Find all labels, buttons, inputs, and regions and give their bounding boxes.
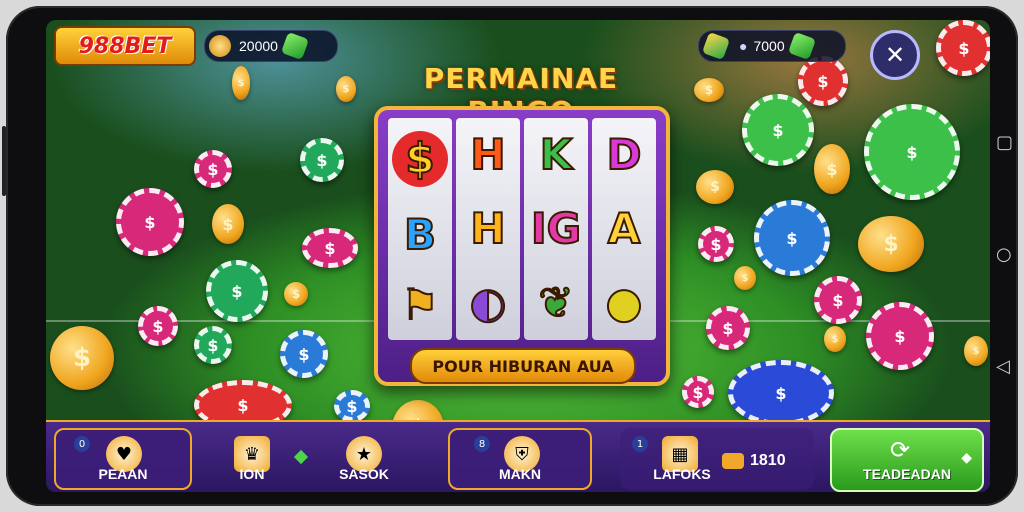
tab-badge: 8 <box>474 436 490 452</box>
poker-chip: $ <box>866 302 934 370</box>
balance-right[interactable]: ● 7000 <box>698 30 846 62</box>
poker-chip: $ <box>798 56 848 106</box>
reel-symbol: $ <box>392 131 448 187</box>
poker-chip: $ <box>206 260 268 322</box>
tab-peaan[interactable]: 0 ♥ PEAAN <box>54 428 192 490</box>
bottom-bar: 0 ♥ PEAAN ♛ ION ★ SASOK 8 ⛨ MAKN 1 ▦ LAF… <box>46 420 990 492</box>
tab-label: SASOK <box>339 466 389 482</box>
poker-chip: $ <box>706 306 750 350</box>
gem-icon <box>280 31 310 61</box>
logo-text: 988BET <box>78 33 172 59</box>
balance-left[interactable]: 20000 <box>204 30 338 62</box>
gem-icon <box>787 31 816 61</box>
game-banner[interactable]: POUR HIBURAN AUA <box>410 348 636 384</box>
tab-label: PEAAN <box>98 466 148 482</box>
gold-coin: $ <box>694 78 724 102</box>
recent-apps-icon[interactable]: ▢ <box>996 134 1013 152</box>
reel-symbol: H <box>469 204 506 253</box>
gold-coin: $ <box>858 216 924 272</box>
reel-4[interactable]: D A ● <box>592 118 656 340</box>
poker-chip: $ <box>754 200 830 276</box>
poker-chip: $ <box>698 226 734 262</box>
coin-icon <box>209 35 231 57</box>
poker-chip: $ <box>682 376 714 408</box>
gold-coin: $ <box>336 76 356 102</box>
reel-symbol: H <box>469 130 506 179</box>
reel-2[interactable]: H H ◐ <box>456 118 520 340</box>
close-button[interactable]: ✕ <box>870 30 920 80</box>
gold-coin: $ <box>734 266 756 290</box>
poker-chip: $ <box>194 150 232 188</box>
gold-coin: $ <box>50 326 114 390</box>
tab-badge: 1 <box>632 436 648 452</box>
cta-label: TEADEADAN <box>863 466 951 482</box>
gold-coin: $ <box>814 144 850 194</box>
coin-counter: 1810 <box>722 452 786 470</box>
brand-logo[interactable]: 988BET <box>54 26 196 66</box>
home-icon[interactable]: ○ <box>996 246 1012 264</box>
reel-symbol: B <box>403 210 437 259</box>
gold-coin: $ <box>696 170 734 204</box>
gold-coin: $ <box>212 204 244 244</box>
poker-chip: $ <box>742 94 814 166</box>
reel-symbol: ⚑ <box>400 280 440 329</box>
phone-frame: ▢ ○ ◁ $ $ $ $ $ $ $ $ $ $ $ $ $ $ $ $ $ … <box>2 6 1018 506</box>
reel-grid: $ B ⚑ H H ◐ K IG ❦ D A ● <box>388 118 656 340</box>
gold-coin: $ <box>284 282 308 306</box>
reel-symbol: ◐ <box>469 278 508 327</box>
balance-right-value: 7000 <box>753 38 785 54</box>
cta-button[interactable]: ⟳ ◆ TEADEADAN <box>830 428 984 492</box>
tab-ion[interactable]: ♛ ION <box>196 428 308 490</box>
reel-3[interactable]: K IG ❦ <box>524 118 588 340</box>
poker-chip: $ <box>936 20 990 76</box>
reel-symbol: IG <box>530 204 582 253</box>
reel-symbol: D <box>606 130 643 179</box>
poker-chip: $ <box>864 104 960 200</box>
volume-button <box>2 126 6 196</box>
tab-label: ION <box>239 466 265 482</box>
poker-chip: $ <box>728 360 834 426</box>
poker-chip: $ <box>334 390 370 422</box>
poker-chip: $ <box>194 326 232 364</box>
balance-left-value: 20000 <box>239 38 278 54</box>
reel-symbol: K <box>539 130 574 179</box>
reel-symbol: A <box>607 204 641 253</box>
coin-count-value: 1810 <box>750 452 786 469</box>
poker-chip: $ <box>280 330 328 378</box>
refresh-icon: ⟳ <box>890 436 911 464</box>
reel-symbol: ❦ <box>537 278 574 327</box>
coin-stack-icon <box>722 453 744 469</box>
back-icon[interactable]: ◁ <box>996 358 1010 376</box>
tab-lafoks[interactable]: 1 ▦ LAFOKS 1810 <box>620 428 814 490</box>
gold-coin: $ <box>964 336 988 366</box>
reel-1[interactable]: $ B ⚑ <box>388 118 452 340</box>
tab-badge: 0 <box>74 436 90 452</box>
close-icon: ✕ <box>884 41 906 69</box>
gold-coin: $ <box>824 326 846 352</box>
poker-chip: $ <box>300 138 344 182</box>
tab-sasok[interactable]: ★ SASOK <box>312 428 416 490</box>
game-screen: $ $ $ $ $ $ $ $ $ $ $ $ $ $ $ $ $ $ $ $ … <box>46 20 990 492</box>
poker-chip: $ <box>116 188 184 256</box>
key-icon: ● <box>739 38 748 54</box>
gold-coin: $ <box>232 66 250 100</box>
poker-chip: $ <box>302 228 358 268</box>
gem-icon <box>701 31 731 61</box>
chevron-right-icon: ◆ <box>961 450 972 466</box>
poker-chip: $ <box>814 276 862 324</box>
poker-chip: $ <box>138 306 178 346</box>
slot-machine: $ B ⚑ H H ◐ K IG ❦ D A ● POUR HIBURAN AU… <box>374 106 670 386</box>
reel-symbol: ● <box>605 278 644 327</box>
